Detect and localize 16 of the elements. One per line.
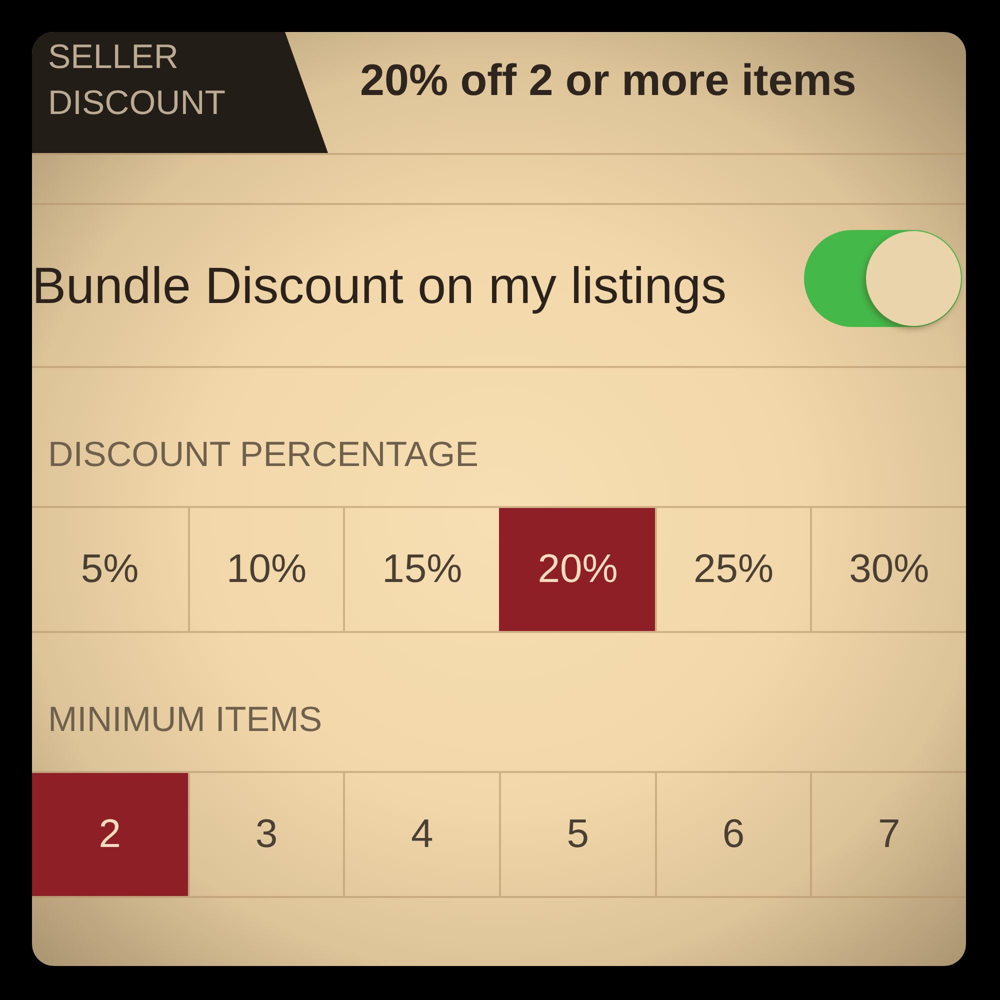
percentage-option[interactable]: 5%	[32, 508, 188, 631]
item-count-option[interactable]: 3	[188, 773, 344, 896]
section-heading: DISCOUNT PERCENTAGE	[48, 435, 478, 475]
item-count-option[interactable]: 4	[343, 773, 499, 896]
header-title: 20% off 2 or more items	[360, 55, 856, 107]
section-heading: MINIMUM ITEMS	[48, 700, 322, 740]
item-count-option[interactable]: 6	[654, 773, 810, 896]
percentage-option[interactable]: 20%	[499, 508, 655, 631]
percentage-option[interactable]: 30%	[810, 508, 966, 631]
setting-label: Bundle Discount on my listings	[32, 256, 727, 315]
percentage-option[interactable]: 10%	[188, 508, 344, 631]
header-tag: SELLER DISCOUNT	[32, 32, 328, 153]
percentage-option[interactable]: 25%	[654, 508, 810, 631]
item-count-option[interactable]: 2	[32, 773, 188, 896]
item-count-option[interactable]: 7	[810, 773, 966, 896]
item-count-option[interactable]: 5	[499, 773, 655, 896]
